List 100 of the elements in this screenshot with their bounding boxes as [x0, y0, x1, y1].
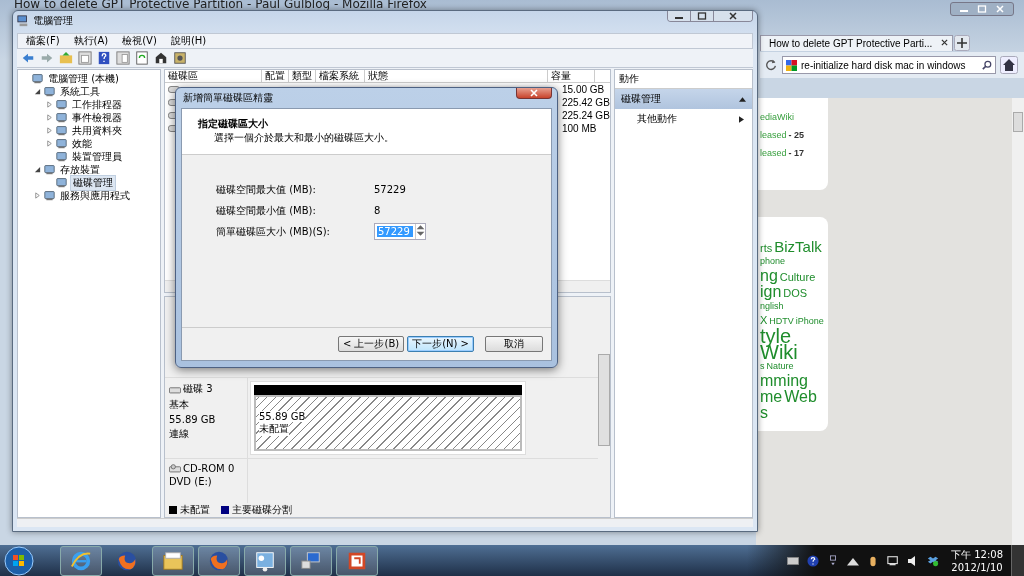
post-link[interactable]: leased — [760, 148, 787, 158]
tag-link[interactable]: Web — [784, 389, 817, 405]
column-header[interactable]: 磁碟區 — [165, 70, 262, 82]
tree-item[interactable]: 工作排程器 — [70, 97, 124, 112]
column-header[interactable]: 類型 — [289, 70, 316, 82]
legend-label: 主要磁碟分割 — [232, 503, 292, 517]
table-cell: 225.24 GB — [562, 110, 610, 121]
close-button[interactable] — [516, 88, 552, 99]
tag-link[interactable]: mming — [760, 373, 808, 389]
refresh-icon[interactable] — [135, 51, 149, 65]
dialog-button[interactable]: < 上一步(B) — [337, 336, 405, 352]
tree-item[interactable]: 磁碟管理 — [70, 174, 116, 191]
panel-toggle-icon[interactable] — [78, 51, 92, 65]
post-link[interactable]: ediaWiki — [760, 112, 794, 122]
expander-icon[interactable] — [34, 88, 41, 95]
menu-item[interactable]: 執行(A) — [73, 34, 109, 48]
tag-link[interactable]: Culture — [779, 270, 816, 284]
field-label: 磁碟空間最大值 (MB): — [216, 182, 317, 197]
expander-icon[interactable] — [34, 166, 41, 173]
post-count: - 25 — [788, 130, 805, 140]
window-title: 電腦管理 — [33, 14, 73, 28]
column-header[interactable]: 配置 — [262, 70, 289, 82]
back-arrow-icon[interactable] — [21, 51, 35, 65]
node-icon — [56, 125, 67, 136]
tag-link[interactable]: X — [760, 313, 768, 327]
disk-type: DVD (E:) — [169, 476, 213, 487]
taskbar-button[interactable] — [244, 545, 286, 576]
partition-block[interactable]: 55.89 GB 未配置 — [250, 381, 526, 455]
disk-status: 連線 — [169, 427, 190, 441]
home-button[interactable] — [1000, 56, 1018, 74]
tree-item[interactable]: 服務與應用程式 — [58, 188, 132, 203]
post-link[interactable]: leased — [760, 130, 787, 140]
tag-link[interactable]: BizTalk — [774, 239, 822, 255]
column-header[interactable]: 檔案系統 — [316, 70, 365, 82]
new-tab-button[interactable] — [954, 34, 971, 51]
clock-time[interactable]: 下午 12:08 — [951, 547, 1003, 561]
node-icon — [32, 73, 43, 84]
tree-item[interactable]: 存放裝置 — [58, 162, 102, 177]
search-icon[interactable] — [982, 60, 992, 70]
browser-e-icon — [70, 549, 92, 572]
tag-link[interactable]: DOS — [783, 286, 808, 300]
help-icon[interactable] — [97, 51, 111, 65]
scrollbar[interactable] — [1012, 98, 1024, 545]
tree-item[interactable]: 事件檢視器 — [70, 110, 124, 125]
clock-date[interactable]: 2012/1/10 — [951, 560, 1003, 574]
action-item[interactable]: 其他動作 — [637, 112, 677, 126]
maximize-button[interactable] — [691, 11, 714, 21]
disk-size: 55.89 GB — [169, 414, 217, 425]
tree-item[interactable]: 裝置管理員 — [70, 149, 124, 164]
action-group[interactable]: 磁碟管理 — [615, 89, 752, 109]
tag-link[interactable]: s — [760, 405, 768, 421]
field-value: 57229 — [374, 184, 406, 195]
column-header[interactable]: 狀態 — [365, 70, 548, 82]
tree-item[interactable]: 共用資料夾 — [70, 123, 124, 138]
panel-toggle-icon[interactable] — [116, 51, 130, 65]
step-title: 指定磁碟區大小 — [198, 117, 269, 131]
collapse-icon[interactable] — [739, 96, 746, 102]
tag-link[interactable]: HDTV — [769, 315, 794, 328]
disk-name: 磁碟 3 — [183, 382, 213, 396]
dialog-button[interactable]: 取消 — [485, 336, 543, 352]
tag-link[interactable]: s — [760, 360, 765, 373]
search-field[interactable]: re-initialize hard disk mac in windows — [782, 56, 996, 74]
taskbar-button[interactable] — [336, 545, 378, 576]
column-header[interactable]: 容量 — [548, 70, 595, 82]
tree-item[interactable]: 效能 — [70, 136, 94, 151]
menu-item[interactable]: 說明(H) — [170, 34, 207, 48]
taskbar-button[interactable] — [152, 545, 194, 576]
tree-item[interactable]: 系統工具 — [58, 84, 102, 99]
taskbar-button[interactable] — [290, 545, 332, 576]
step-description: 選擇一個介於最大和最小的磁碟區大小。 — [213, 131, 395, 145]
taskbar-button[interactable] — [60, 545, 102, 576]
keyboard-icon[interactable] — [787, 554, 799, 567]
tag-link[interactable]: rts — [760, 241, 773, 255]
network-icon[interactable] — [887, 554, 899, 567]
tag-link[interactable]: Nature — [766, 360, 794, 373]
computer-icon — [17, 15, 29, 27]
taskbar-button[interactable] — [198, 545, 240, 576]
tag-link[interactable]: phone — [760, 255, 786, 268]
minimize-button[interactable] — [668, 11, 691, 21]
tag-link[interactable]: ng — [760, 268, 778, 284]
table-cell: 225.42 GB — [562, 97, 610, 108]
reload-icon[interactable] — [764, 58, 778, 72]
tag-link[interactable]: ign — [760, 284, 782, 300]
close-icon[interactable] — [941, 39, 949, 46]
search-engine-icon[interactable] — [786, 59, 797, 71]
tag-link[interactable]: iPhone — [795, 315, 824, 328]
help-icon[interactable] — [807, 554, 819, 567]
menu-item[interactable]: 檔案(F) — [26, 34, 60, 48]
field-label: 磁碟空間最小值 (MB): — [216, 203, 317, 218]
fox-globe-icon — [208, 549, 230, 572]
tag-link[interactable]: nglish — [760, 300, 784, 313]
tree-item[interactable]: 電腦管理 (本機) — [46, 71, 121, 86]
tag-link[interactable]: me — [760, 389, 783, 405]
dialog-button[interactable]: 下一步(N) > — [407, 336, 474, 352]
menu-item[interactable]: 檢視(V) — [122, 34, 157, 48]
browser-tab[interactable]: How to delete GPT Protective Parti... — [760, 34, 954, 51]
start-orb-icon[interactable] — [4, 545, 34, 576]
folder-up-icon[interactable] — [59, 51, 73, 65]
close-button[interactable] — [714, 11, 752, 21]
submenu-arrow-icon[interactable] — [739, 115, 744, 123]
